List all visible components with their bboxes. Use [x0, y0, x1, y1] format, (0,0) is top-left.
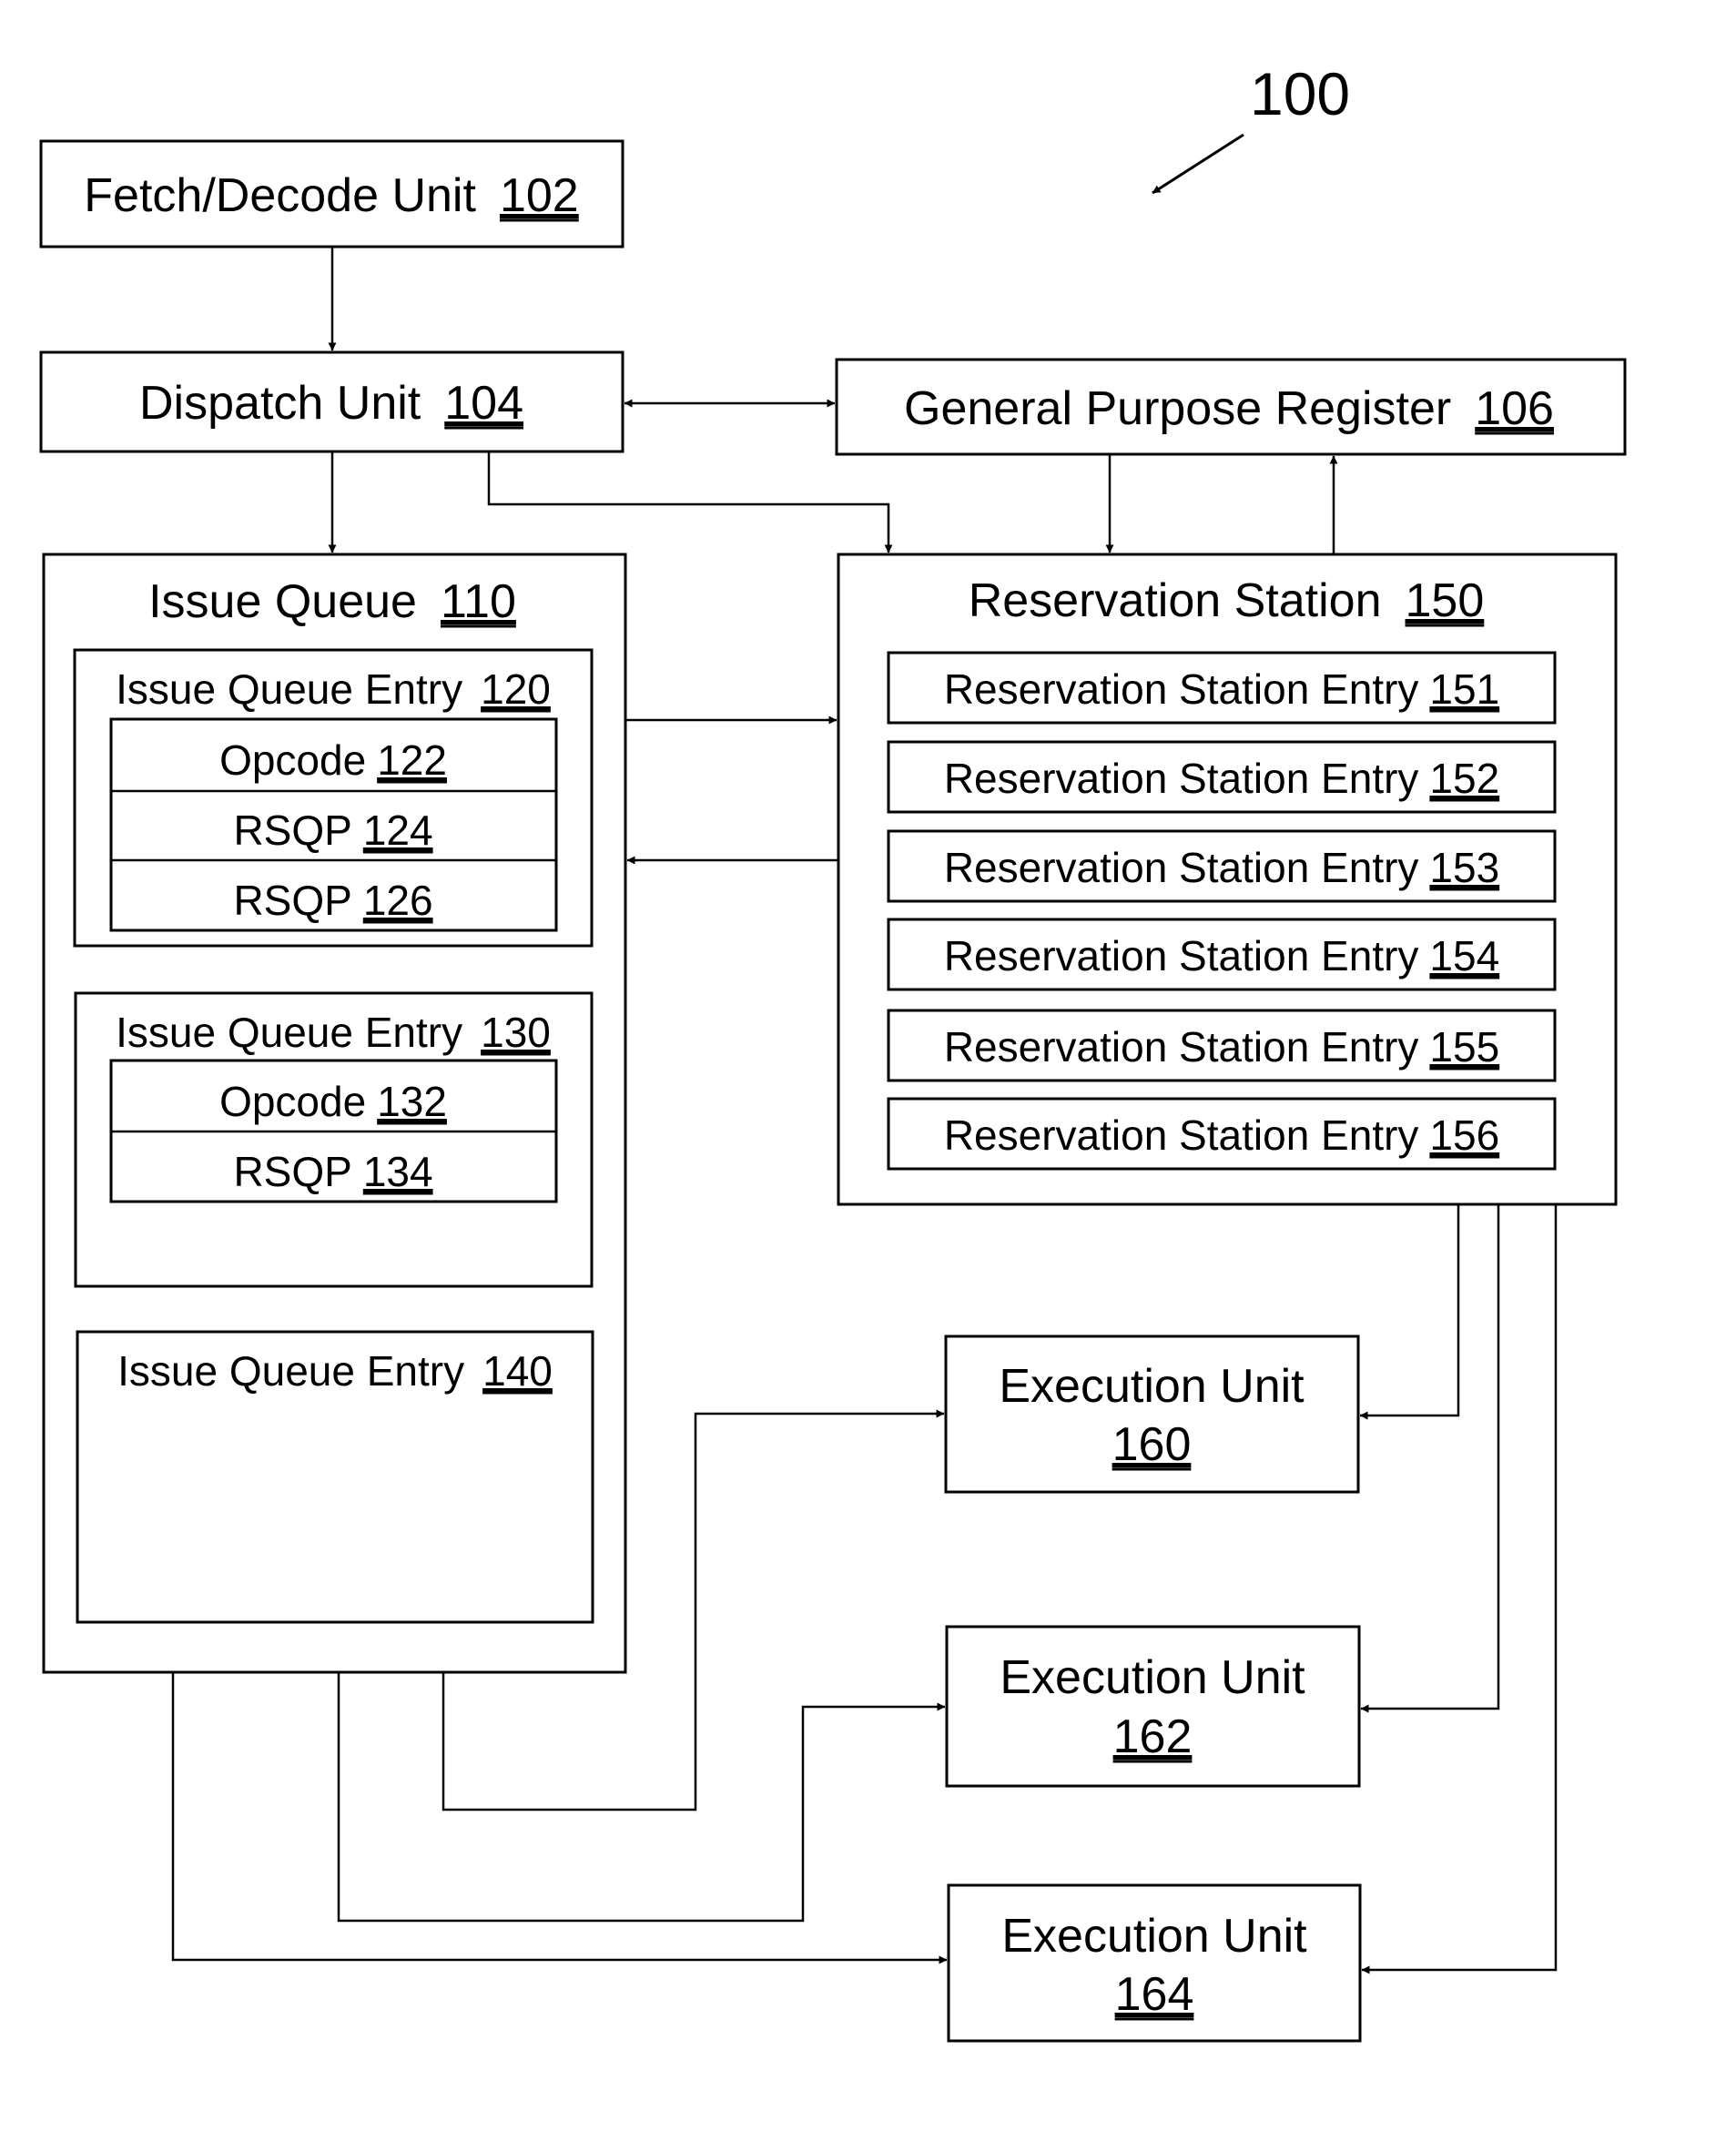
svg-text:Fetch/Decode Unit102: Fetch/Decode Unit 102 [84, 169, 578, 222]
svg-text:Issue Queue Entry130: Issue Queue Entry 130 [116, 1009, 551, 1056]
arrow-issue-queue-to-eu-162 [337, 1672, 946, 1923]
svg-text:Issue Queue110: Issue Queue 110 [148, 575, 516, 628]
opcode-122-field: Opcode 122 [219, 736, 447, 784]
execution-unit-164: Execution Unit 164 [947, 1883, 1362, 2043]
entry-ref: 130 [481, 1009, 551, 1056]
processor-block-diagram: marker path { fill: #000; } 100 Fetch/De… [39, 60, 1627, 2043]
entry-label: Reservation Station Entry [944, 1023, 1419, 1071]
arrow-dispatch-to-reservation-station [487, 452, 893, 553]
reservation-station-ref: 150 [1406, 574, 1485, 627]
svg-text:Reservation Station150: Reservation Station 150 [969, 574, 1485, 627]
execution-unit-ref: 164 [1115, 1968, 1194, 2021]
issue-queue: Issue Queue 110 Issue Queue Entry 120 Opco… [42, 553, 627, 1674]
svg-text:Reservation Station Entry152: Reservation Station Entry 152 [944, 755, 1499, 802]
entry-ref: 156 [1429, 1111, 1499, 1159]
figure-reference-label: 100 [1250, 60, 1350, 127]
entry-ref: 152 [1429, 755, 1499, 802]
entry-label: Reservation Station Entry [944, 755, 1419, 802]
general-purpose-register: General Purpose Register 106 [835, 358, 1627, 456]
entry-ref: 154 [1429, 932, 1499, 979]
gpr-ref: 106 [1475, 382, 1554, 435]
svg-text:Reservation Station Entry154: Reservation Station Entry 154 [944, 932, 1499, 979]
issue-queue-label: Issue Queue [148, 575, 417, 628]
fetch-decode-unit: Fetch/Decode Unit 102 [39, 139, 624, 249]
svg-text:Reservation Station Entry151: Reservation Station Entry 151 [944, 665, 1499, 713]
dispatch-label: Dispatch Unit [139, 377, 421, 430]
rsqp-124-field: RSQP 124 [233, 807, 432, 854]
svg-text:Issue Queue Entry120: Issue Queue Entry 120 [116, 665, 551, 713]
entry-label: Reservation Station Entry [944, 1111, 1419, 1159]
entry-ref: 155 [1429, 1023, 1499, 1071]
dispatch-ref: 104 [444, 377, 523, 430]
dispatch-unit: Dispatch Unit 104 [39, 350, 624, 453]
entry-ref: 151 [1429, 665, 1499, 713]
rsqp-134-field: RSQP 134 [233, 1148, 432, 1195]
arrow-issue-queue-to-eu-164 [171, 1672, 948, 1964]
reservation-station-label: Reservation Station [969, 574, 1382, 627]
execution-unit-label: Execution Unit [1001, 1910, 1307, 1963]
entry-label: Reservation Station Entry [944, 665, 1419, 713]
entry-label: Reservation Station Entry [944, 932, 1419, 979]
fetch-decode-ref: 102 [500, 169, 579, 222]
entry-label: Issue Queue Entry [116, 665, 462, 713]
arrow-reservation-station-to-eu-160 [1359, 1204, 1460, 1420]
svg-text:Reservation Station Entry153: Reservation Station Entry 153 [944, 844, 1499, 891]
arrow-reservation-station-to-eu-162 [1360, 1204, 1500, 1713]
svg-text:Issue Queue Entry140: Issue Queue Entry 140 [117, 1347, 553, 1395]
entry-label: Issue Queue Entry [116, 1009, 462, 1056]
entry-ref: 120 [481, 665, 551, 713]
execution-unit-ref: 162 [1113, 1710, 1193, 1763]
entry-label: Reservation Station Entry [944, 844, 1419, 891]
rsqp-126-field: RSQP 126 [233, 877, 432, 924]
entry-ref: 140 [482, 1347, 553, 1395]
execution-unit-label: Execution Unit [1000, 1651, 1305, 1704]
issue-queue-ref: 110 [441, 575, 516, 628]
svg-text:Dispatch Unit104: Dispatch Unit 104 [139, 377, 523, 430]
svg-text:Reservation Station Entry156: Reservation Station Entry 156 [944, 1111, 1499, 1159]
figure-reference-arrow [1152, 133, 1244, 195]
execution-unit-label: Execution Unit [999, 1360, 1305, 1413]
svg-text:Reservation Station Entry155: Reservation Station Entry 155 [944, 1023, 1499, 1071]
entry-ref: 153 [1429, 844, 1499, 891]
entry-label: Issue Queue Entry [117, 1347, 464, 1395]
issue-queue-entry-130: Issue Queue Entry 130 Opcode 132 RSQP 134 [74, 991, 594, 1288]
opcode-132-field: Opcode 132 [219, 1078, 447, 1125]
issue-queue-entry-120: Issue Queue Entry 120 Opcode 122 RSQP 124 R… [73, 648, 594, 948]
reservation-station: Reservation Station 150 Reservation Stati… [837, 553, 1618, 1206]
issue-queue-entry-140: Issue Queue Entry 140 [76, 1330, 594, 1624]
execution-unit-ref: 160 [1112, 1418, 1192, 1471]
gpr-label: General Purpose Register [904, 382, 1451, 435]
fetch-decode-label: Fetch/Decode Unit [84, 169, 476, 222]
